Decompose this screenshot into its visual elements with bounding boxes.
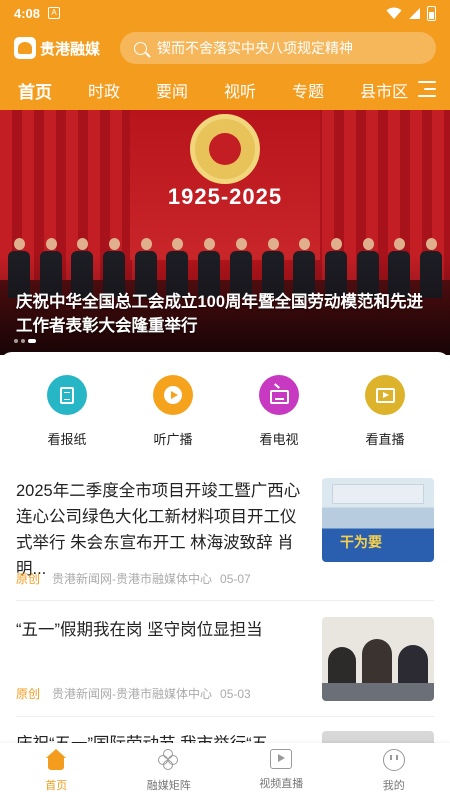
quick-link-label: 听广播 bbox=[153, 432, 193, 447]
bottom-nav-mine[interactable]: 我的 bbox=[338, 743, 450, 801]
union-emblem-image bbox=[190, 114, 260, 184]
quick-link-radio[interactable]: 听广播 bbox=[120, 375, 226, 455]
search-icon bbox=[134, 41, 147, 55]
app-screen: 4:08 A 贵港融媒 锲而不舍落实中央八项规定精神 首页 时政 要闻 视听 专… bbox=[0, 0, 450, 801]
news-meta: 原创 贵港新闻网-贵港市融媒体中心 05-07 bbox=[16, 570, 251, 587]
bottom-nav-label: 我的 bbox=[382, 780, 405, 792]
bottom-nav-matrix[interactable]: 融媒矩阵 bbox=[113, 743, 226, 801]
news-date: 05-03 bbox=[220, 687, 251, 701]
signal-icon bbox=[409, 7, 420, 19]
app-header: 贵港融媒 锲而不舍落实中央八项规定精神 bbox=[0, 26, 450, 70]
news-thumbnail bbox=[322, 617, 434, 701]
bottom-nav-label: 视频直播 bbox=[259, 778, 304, 790]
bottom-nav-home[interactable]: 首页 bbox=[0, 743, 113, 801]
status-indicators bbox=[386, 5, 436, 21]
search-bar[interactable]: 锲而不舍落实中央八项规定精神 bbox=[120, 32, 436, 64]
quick-link-label: 看电视 bbox=[259, 432, 299, 447]
news-tag: 原创 bbox=[16, 572, 41, 586]
quick-links: 看报纸 听广播 看电视 看直播 bbox=[0, 375, 450, 455]
radio-play-icon bbox=[153, 375, 193, 415]
brand-name: 贵港融媒 bbox=[40, 40, 101, 58]
matrix-icon bbox=[157, 749, 180, 771]
hero-banner[interactable]: 1925-2025 庆祝中华全国总工会成立100周年暨全国劳动模范和先进工作者表… bbox=[0, 110, 450, 355]
brand-logo[interactable]: 贵港融媒 bbox=[14, 37, 114, 59]
status-time: 4:08 bbox=[14, 5, 41, 21]
bottom-nav-video-live[interactable]: 视频直播 bbox=[225, 743, 338, 801]
news-thumbnail bbox=[322, 731, 434, 743]
news-date: 05-07 bbox=[220, 572, 251, 586]
quick-link-newspaper[interactable]: 看报纸 bbox=[14, 375, 120, 455]
news-title: 庆祝“五一”国际劳动节 我市举行“五 bbox=[16, 731, 311, 743]
live-icon bbox=[365, 375, 405, 415]
tv-icon bbox=[259, 375, 299, 415]
news-divider bbox=[16, 716, 434, 717]
quick-link-label: 看直播 bbox=[365, 432, 405, 447]
status-bar: 4:08 A bbox=[0, 0, 450, 26]
news-item[interactable]: 庆祝“五一”国际劳动节 我市举行“五 bbox=[0, 731, 450, 743]
bottom-nav-label: 融媒矩阵 bbox=[146, 780, 191, 792]
quick-link-label: 看报纸 bbox=[47, 432, 87, 447]
newspaper-icon bbox=[47, 375, 87, 415]
news-divider bbox=[16, 600, 434, 601]
tab-headlines[interactable]: 要闻 bbox=[156, 78, 188, 102]
profile-face-icon bbox=[382, 749, 405, 771]
tab-politics[interactable]: 时政 bbox=[88, 78, 120, 102]
channel-tabs: 首页 时政 要闻 视听 专题 县市区 bbox=[0, 70, 450, 110]
tab-home[interactable]: 首页 bbox=[18, 78, 52, 103]
news-meta: 原创 贵港新闻网-贵港市融媒体中心 05-03 bbox=[16, 685, 251, 702]
news-tag: 原创 bbox=[16, 687, 41, 701]
quick-link-tv[interactable]: 看电视 bbox=[226, 375, 332, 455]
bottom-nav: 首页 融媒矩阵 视频直播 我的 bbox=[0, 743, 450, 801]
battery-icon bbox=[427, 5, 436, 21]
wifi-icon bbox=[386, 7, 402, 19]
tab-topics[interactable]: 专题 bbox=[292, 78, 324, 102]
news-item[interactable]: “五一”假期我在岗 坚守岗位显担当 原创 贵港新闻网-贵港市融媒体中心 05-03 bbox=[0, 617, 450, 702]
home-icon bbox=[45, 749, 67, 771]
brand-logo-icon bbox=[14, 37, 36, 59]
quick-link-live[interactable]: 看直播 bbox=[332, 375, 438, 455]
tab-counties[interactable]: 县市区 bbox=[360, 78, 408, 102]
news-source: 贵港新闻网-贵港市融媒体中心 bbox=[52, 572, 213, 586]
news-title: “五一”假期我在岗 坚守岗位显担当 bbox=[16, 621, 263, 639]
news-title: 2025年二季度全市项目开竣工暨广西心连心公司绿色大化工新材料项目开工仪式举行 … bbox=[16, 482, 301, 578]
video-play-icon bbox=[270, 749, 293, 769]
banner-caption: 庆祝中华全国总工会成立100周年暨全国劳动模范和先进工作者表彰大会隆重举行 bbox=[16, 293, 424, 335]
thumbnail-text: 干为要 bbox=[340, 534, 382, 550]
news-source: 贵港新闻网-贵港市融媒体中心 bbox=[52, 687, 213, 701]
news-item[interactable]: 2025年二季度全市项目开竣工暨广西心连心公司绿色大化工新材料项目开工仪式举行 … bbox=[0, 478, 450, 588]
banner-year-text: 1925-2025 bbox=[167, 184, 283, 209]
bottom-nav-label: 首页 bbox=[45, 780, 68, 792]
search-placeholder: 锲而不舍落实中央八项规定精神 bbox=[157, 40, 353, 56]
tab-audiovisual[interactable]: 视听 bbox=[224, 78, 256, 102]
banner-pager-dots bbox=[14, 339, 36, 343]
notification-app-icon: A bbox=[48, 7, 61, 19]
channel-menu-icon[interactable] bbox=[418, 81, 436, 97]
news-thumbnail: 干为要 bbox=[322, 478, 434, 562]
